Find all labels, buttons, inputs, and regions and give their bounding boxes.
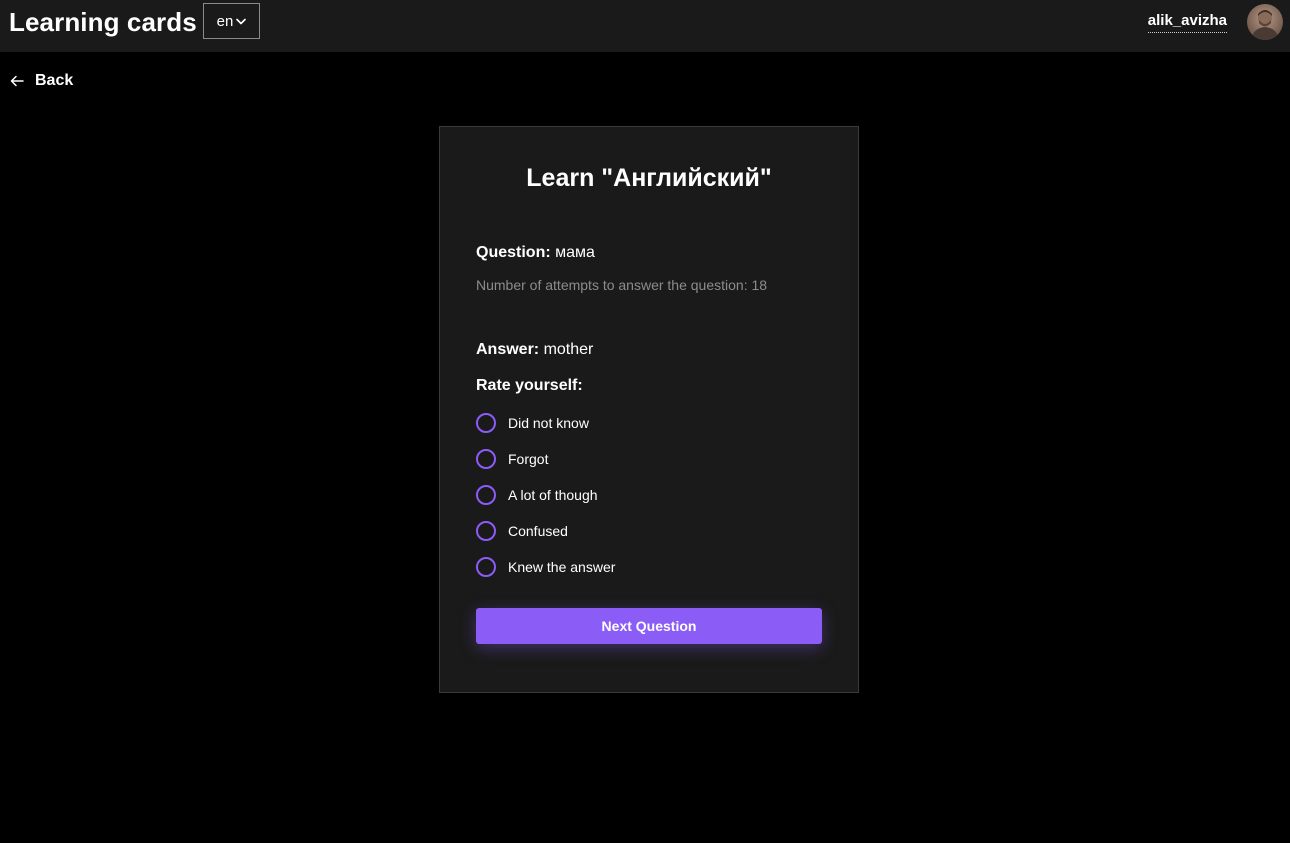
radio-button[interactable] bbox=[476, 557, 496, 577]
back-link[interactable]: Back bbox=[10, 70, 73, 92]
learn-card: Learn "Английский" Question: мама Number… bbox=[439, 126, 859, 693]
next-question-button[interactable]: Next Question bbox=[476, 608, 822, 644]
card-title: Learn "Английский" bbox=[526, 164, 772, 192]
attempts-count: Number of attempts to answer the questio… bbox=[476, 277, 768, 293]
rating-option-a-lot-of-thought[interactable]: A lot of though bbox=[476, 484, 598, 506]
app-title[interactable]: Learning cards bbox=[9, 6, 197, 38]
rating-option-label: Knew the answer bbox=[508, 559, 616, 575]
avatar[interactable] bbox=[1247, 4, 1283, 40]
radio-button[interactable] bbox=[476, 485, 496, 505]
answer-line: Answer: mother bbox=[476, 340, 593, 360]
language-value: en bbox=[216, 12, 234, 30]
back-label: Back bbox=[35, 72, 74, 89]
top-bar: Learning cards en alik_avizha bbox=[0, 0, 1290, 52]
rate-yourself-label: Rate yourself: bbox=[476, 377, 583, 394]
question-label: Question: bbox=[476, 244, 551, 261]
rating-option-confused[interactable]: Confused bbox=[476, 520, 568, 542]
arrow-left-icon bbox=[10, 75, 24, 87]
language-select[interactable]: en bbox=[203, 3, 260, 39]
rating-option-label: Forgot bbox=[508, 451, 549, 467]
question-value: мама bbox=[555, 244, 595, 261]
chevron-down-icon bbox=[236, 18, 247, 24]
rating-option-label: A lot of though bbox=[508, 487, 598, 503]
rating-option-did-not-know[interactable]: Did not know bbox=[476, 412, 589, 434]
user-avatar-image bbox=[1247, 4, 1283, 40]
rating-option-knew-the-answer[interactable]: Knew the answer bbox=[476, 556, 615, 578]
rating-option-label: Did not know bbox=[508, 415, 589, 431]
question-line: Question: мама bbox=[476, 243, 595, 263]
radio-button[interactable] bbox=[476, 521, 496, 541]
answer-label: Answer: bbox=[476, 341, 540, 358]
radio-button[interactable] bbox=[476, 449, 496, 469]
answer-value: mother bbox=[543, 341, 594, 358]
rating-option-forgot[interactable]: Forgot bbox=[476, 448, 548, 470]
rating-option-label: Confused bbox=[508, 523, 568, 539]
username-link[interactable]: alik_avizha bbox=[1147, 12, 1227, 33]
radio-button[interactable] bbox=[476, 413, 496, 433]
